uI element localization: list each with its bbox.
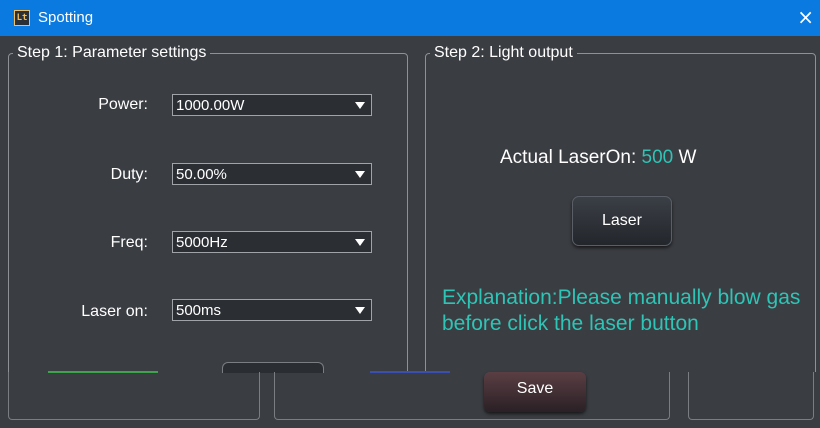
chevron-down-icon <box>355 239 365 246</box>
lower-center-panel <box>274 372 670 420</box>
power-value: 1000.00W <box>176 97 245 114</box>
laser-on-value: 500ms <box>176 302 222 319</box>
laser-on-label: Laser on: <box>81 303 148 320</box>
duty-value: 50.00% <box>176 166 227 183</box>
actual-laser-on-unit: W <box>678 147 697 168</box>
freq-dropdown[interactable]: 5000Hz <box>172 231 372 253</box>
save-button[interactable]: Save <box>484 372 586 412</box>
app-logo-icon: Lt <box>14 10 30 26</box>
actual-laser-on-label: Actual LaserOn: <box>500 147 637 168</box>
window-title: Spotting <box>38 9 94 26</box>
dialog-body: Step 1: Parameter settings Step 2: Light… <box>0 36 820 428</box>
title-bar: Lt Spotting × <box>0 0 820 36</box>
freq-label: Freq: <box>110 234 148 251</box>
lower-left-panel <box>8 372 260 420</box>
chevron-down-icon <box>355 102 365 109</box>
light-output-legend: Step 2: Light output <box>434 44 573 61</box>
explanation-text: Explanation:Please manually blow gas bef… <box>442 286 801 335</box>
duty-label: Duty: <box>110 166 148 183</box>
laser-button[interactable]: Laser <box>572 196 672 246</box>
lower-right-panel <box>688 372 814 420</box>
power-dropdown[interactable]: 1000.00W <box>172 94 372 116</box>
chevron-down-icon <box>355 171 365 178</box>
duty-dropdown[interactable]: 50.00% <box>172 163 372 185</box>
chevron-down-icon <box>355 307 365 314</box>
actual-laser-on-value: 500 <box>641 147 674 168</box>
power-label: Power: <box>98 96 148 113</box>
close-icon[interactable]: × <box>797 6 814 28</box>
parameter-settings-legend: Step 1: Parameter settings <box>17 44 207 61</box>
laser-on-dropdown[interactable]: 500ms <box>172 299 372 321</box>
freq-value: 5000Hz <box>176 234 228 251</box>
actual-laser-on-readout: Actual LaserOn: 500 W <box>500 147 696 169</box>
